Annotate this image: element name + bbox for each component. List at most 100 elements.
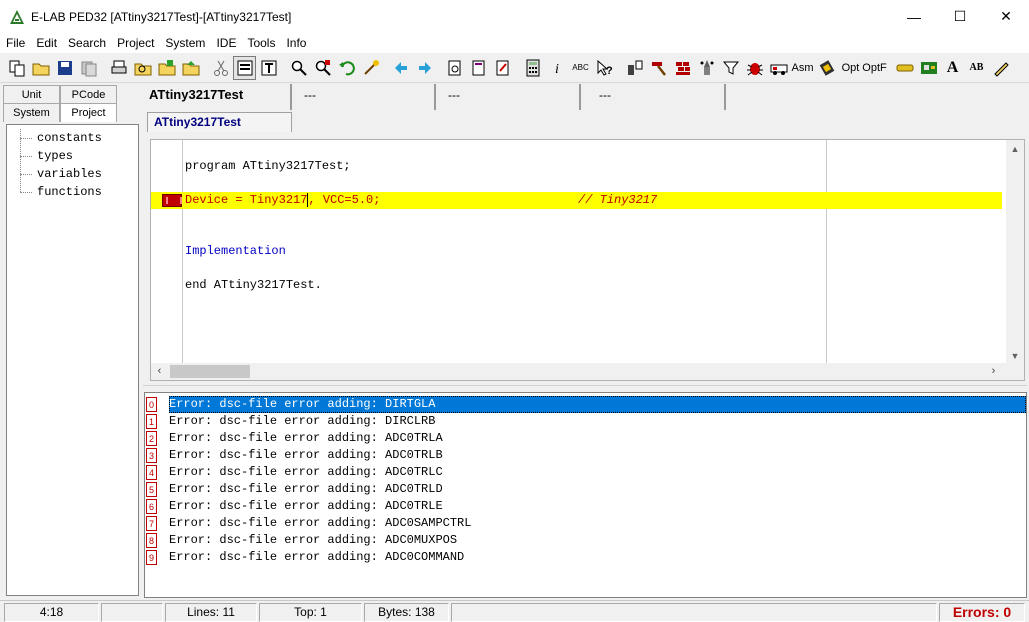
editor-gutter[interactable] [151, 140, 183, 365]
tree-item-constants[interactable]: constants [7, 129, 138, 147]
scroll-left-icon[interactable]: ‹ [151, 363, 168, 380]
wizard-button[interactable] [695, 56, 718, 80]
menu-file[interactable]: File [0, 33, 30, 53]
info-button[interactable]: i [545, 56, 568, 80]
line-count: Lines: 11 [165, 603, 257, 622]
breakpoint-marker-icon[interactable] [162, 194, 182, 207]
chip-button[interactable] [815, 56, 838, 80]
minimize-icon: — [907, 8, 921, 25]
text-mode-button[interactable] [257, 56, 280, 80]
block-mode-button[interactable] [233, 55, 256, 80]
minimize-button[interactable]: — [891, 0, 937, 33]
text-frame-icon [261, 60, 276, 75]
message-row[interactable]: 3 Error: dsc-file error adding: ADC0TRLB [145, 447, 1026, 464]
opt-button[interactable]: Opt [839, 56, 862, 80]
tab-editor-main[interactable]: ATtiny3217Test [145, 84, 292, 110]
open-folder-icon [32, 63, 49, 75]
menu-project[interactable]: Project [111, 33, 159, 53]
compile-tools-button[interactable] [491, 56, 514, 80]
message-row[interactable]: 1 Error: dsc-file error adding: DIRCLRB [145, 413, 1026, 430]
message-text: Error: dsc-file error adding: ADC0SAMPCT… [169, 516, 472, 530]
tab-system[interactable]: System [3, 103, 60, 122]
save-all-button[interactable] [77, 56, 100, 80]
new-file-button[interactable] [155, 56, 178, 80]
code-editor[interactable]: program ATtiny3217Test; Device = Tiny321… [150, 139, 1025, 381]
tree-item-variables[interactable]: variables [7, 165, 138, 183]
nav-back-button[interactable] [389, 56, 412, 80]
open-folder-button[interactable] [29, 56, 52, 80]
ab-button[interactable]: AB [965, 56, 988, 80]
tree-item-functions[interactable]: functions [7, 183, 138, 201]
tab-editor-4[interactable]: --- [581, 84, 726, 110]
menu-search[interactable]: Search [62, 33, 111, 53]
copy-files-button[interactable] [5, 56, 28, 80]
view-file-button[interactable] [443, 56, 466, 80]
build-all-button[interactable] [671, 56, 694, 80]
simulator-button[interactable] [767, 56, 790, 80]
maximize-button[interactable]: ☐ [937, 0, 983, 33]
panel-splitter[interactable] [143, 385, 1027, 391]
elab-app-icon[interactable] [9, 9, 25, 25]
serial-port-button[interactable] [893, 56, 916, 80]
message-row[interactable]: 5 Error: dsc-file error adding: ADC0TRLD [145, 481, 1026, 498]
filter-button[interactable] [719, 56, 742, 80]
menu-edit[interactable]: Edit [30, 33, 62, 53]
print-button[interactable] [107, 56, 130, 80]
spell-check-button[interactable]: ABC [569, 56, 592, 80]
optf-button[interactable]: OptF [862, 56, 886, 80]
edit-pen-button[interactable] [989, 56, 1012, 80]
menu-ide[interactable]: IDE [210, 33, 241, 53]
asm-button[interactable]: Asm [791, 56, 814, 80]
info-icon: i [555, 62, 559, 77]
find-button[interactable] [287, 56, 310, 80]
message-row[interactable]: 2 Error: dsc-file error adding: ADC0TRLA [145, 430, 1026, 447]
debug-button[interactable] [743, 56, 766, 80]
message-row[interactable]: 7 Error: dsc-file error adding: ADC0SAMPC… [145, 515, 1026, 532]
tab-editor-2[interactable]: --- [292, 84, 436, 110]
document-button[interactable] [467, 56, 490, 80]
menu-info[interactable]: Info [280, 33, 311, 53]
menu-system[interactable]: System [159, 33, 210, 53]
cut-button[interactable] [209, 56, 232, 80]
message-row[interactable]: 8 Error: dsc-file error adding: ADC0MUXPO… [145, 532, 1026, 549]
editor-horizontal-scrollbar[interactable]: ‹ › [151, 363, 1024, 380]
message-row[interactable]: 6 Error: dsc-file error adding: ADC0TRLE [145, 498, 1026, 515]
nav-forward-button[interactable] [413, 56, 436, 80]
calculator-button[interactable] [521, 56, 544, 80]
find-file-button[interactable] [131, 56, 154, 80]
scroll-up-icon[interactable]: ▲ [1006, 140, 1024, 158]
code-line-end: end ATtiny3217Test. [185, 278, 322, 292]
message-row[interactable]: 0 Error: dsc-file error adding: DIRTGLA [145, 396, 1026, 413]
save-button[interactable] [53, 56, 76, 80]
build-button[interactable] [647, 56, 670, 80]
horizontal-scroll-thumb[interactable] [170, 365, 250, 378]
replace-button[interactable] [311, 56, 334, 80]
printer-icon [111, 60, 126, 73]
magic-button[interactable] [359, 56, 382, 80]
upload-folder-button[interactable] [179, 56, 202, 80]
status-bar: 4:18 Lines: 11 Top: 1 Bytes: 138 Errors:… [0, 600, 1029, 622]
font-a-label: A [946, 58, 959, 76]
message-text: Error: dsc-file error adding: ADC0TRLC [169, 465, 443, 479]
tab-editor-3[interactable]: --- [436, 84, 581, 110]
tab-project[interactable]: Project [60, 103, 117, 122]
undo-button[interactable] [335, 56, 358, 80]
tree-item-types[interactable]: types [7, 147, 138, 165]
message-row[interactable]: 4 Error: dsc-file error adding: ADC0TRLC [145, 464, 1026, 481]
code-line-device: Device = Tiny3217, VCC=5.0; [185, 192, 380, 208]
tab-pcode[interactable]: PCode [60, 85, 117, 104]
menu-tools[interactable]: Tools [241, 33, 280, 53]
board-button[interactable] [917, 56, 940, 80]
editor-vertical-scrollbar[interactable]: ▲ ▼ [1006, 140, 1024, 365]
magnifier-icon [291, 60, 307, 76]
byte-count: Bytes: 138 [364, 603, 449, 622]
message-index: 3 [146, 448, 157, 463]
programmer-button[interactable] [623, 56, 646, 80]
help-button[interactable]: ? [593, 56, 616, 80]
message-row[interactable]: 9 Error: dsc-file error adding: ADC0COMMA… [145, 549, 1026, 566]
file-subtab[interactable]: ATtiny3217Test [147, 112, 292, 132]
font-button[interactable]: A [941, 56, 964, 80]
close-button[interactable]: ✕ [983, 0, 1029, 33]
scroll-right-icon[interactable]: › [985, 363, 1002, 380]
tab-unit[interactable]: Unit [3, 85, 60, 104]
